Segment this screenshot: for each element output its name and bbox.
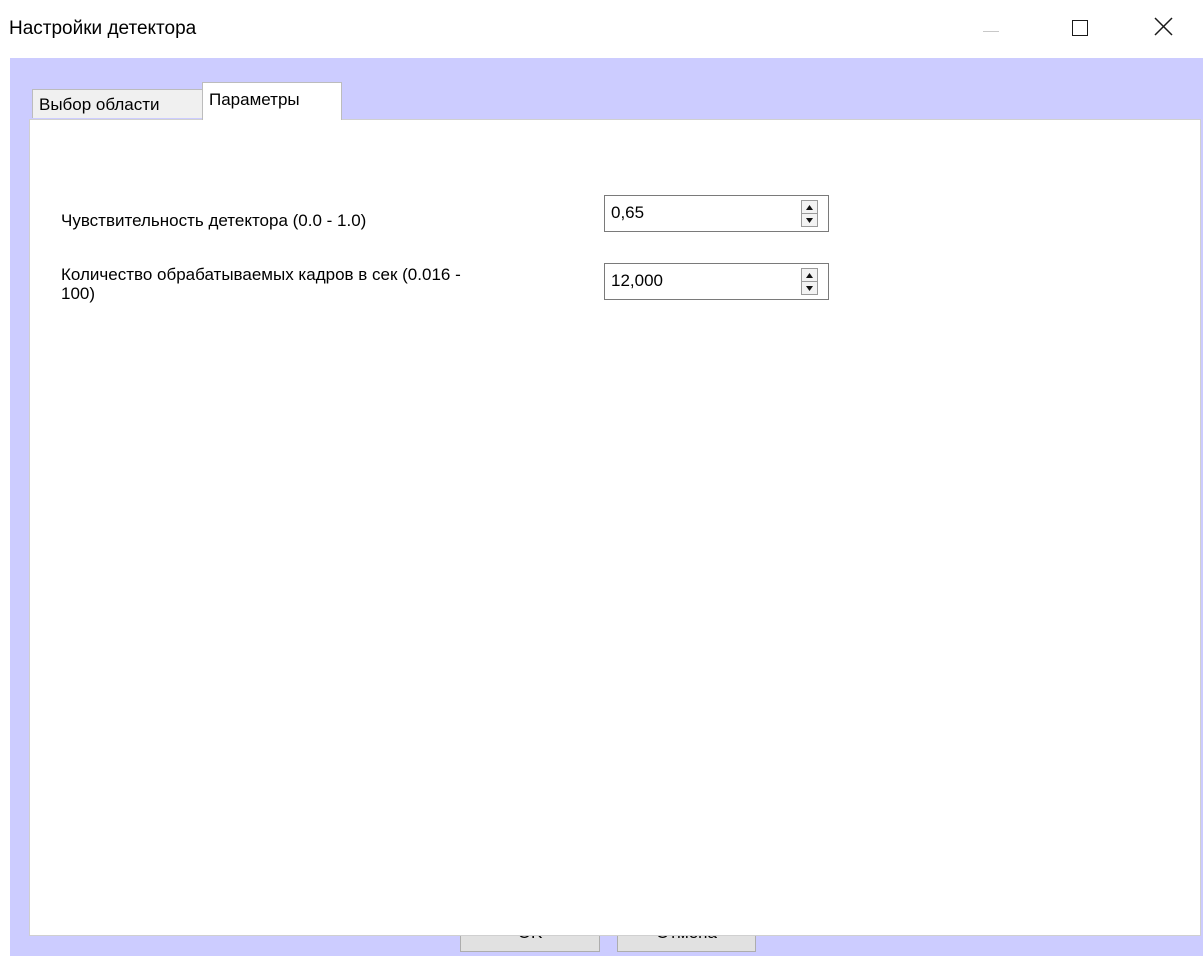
tab-parameters-label: Параметры — [209, 90, 300, 109]
frame-rate-value[interactable]: 12,000 — [611, 271, 663, 291]
frame-rate-spinbox[interactable]: 12,000 — [604, 263, 829, 300]
maximize-button[interactable] — [1053, 0, 1109, 58]
parameters-panel: Чувствительность детектора (0.0 - 1.0) 0… — [29, 119, 1201, 936]
close-icon — [1154, 17, 1173, 36]
tab-parameters[interactable]: Параметры — [202, 82, 342, 120]
frame-rate-label: Количество обрабатываемых кадров в сек (… — [61, 265, 461, 303]
sensitivity-value[interactable]: 0,65 — [611, 203, 644, 223]
spin-down-icon — [806, 286, 813, 291]
frame-rate-decrement-button[interactable] — [802, 282, 817, 294]
minimize-icon — [983, 31, 999, 32]
minimize-button[interactable] — [963, 0, 1019, 58]
spin-up-icon — [806, 273, 813, 278]
sensitivity-decrement-button[interactable] — [802, 214, 817, 226]
detector-settings-window: Настройки детектора Выбор области Параме… — [0, 0, 1203, 956]
close-button[interactable] — [1140, 0, 1196, 58]
dialog-client-area: Выбор области Параметры Чувствительность… — [10, 58, 1203, 956]
tab-area-selection-label: Выбор области — [39, 95, 160, 114]
sensitivity-increment-button[interactable] — [802, 201, 817, 214]
window-title: Настройки детектора — [9, 18, 197, 39]
frame-rate-spin-buttons — [801, 268, 818, 295]
spin-up-icon — [806, 205, 813, 210]
title-bar[interactable]: Настройки детектора — [0, 0, 1203, 58]
sensitivity-spin-buttons — [801, 200, 818, 227]
maximize-icon — [1072, 20, 1088, 36]
sensitivity-label: Чувствительность детектора (0.0 - 1.0) — [61, 211, 367, 230]
sensitivity-spinbox[interactable]: 0,65 — [604, 195, 829, 232]
spin-down-icon — [806, 218, 813, 223]
tab-area-selection[interactable]: Выбор области — [32, 89, 206, 118]
frame-rate-increment-button[interactable] — [802, 269, 817, 282]
